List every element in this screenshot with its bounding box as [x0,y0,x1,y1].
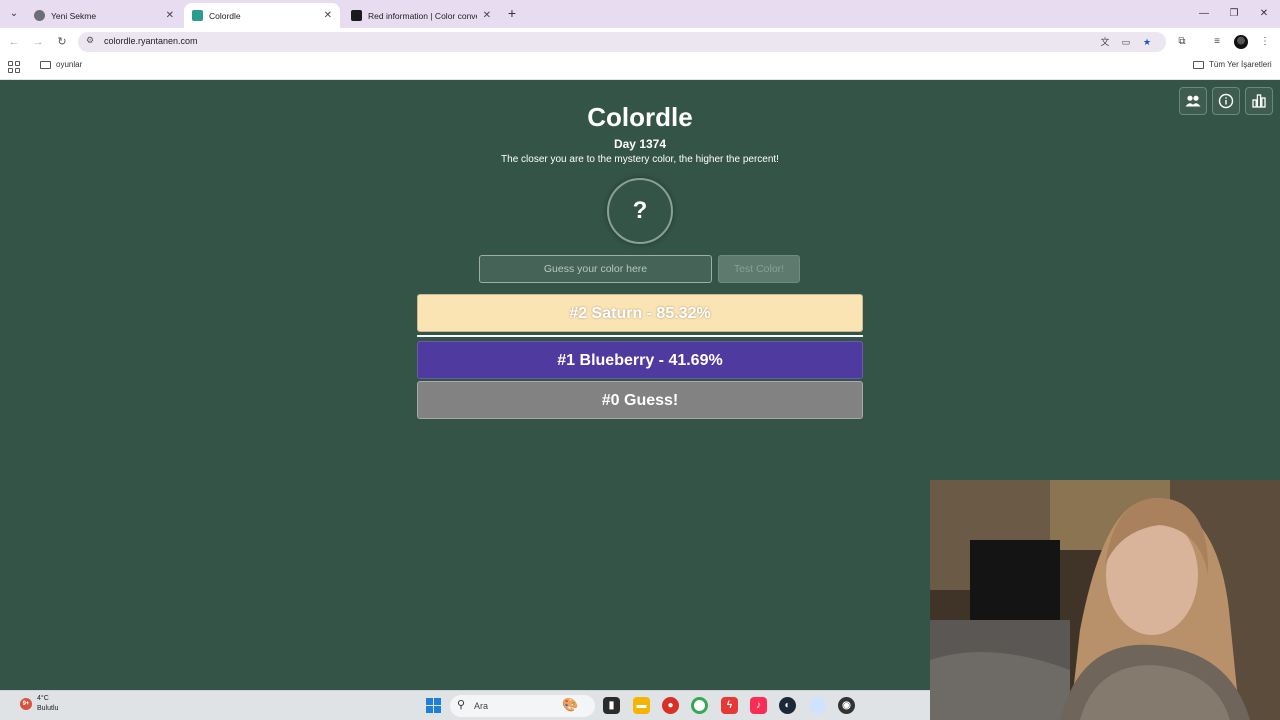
site-info-icon[interactable]: ⚙ [86,35,94,46]
tab-title: Colordle [209,10,241,21]
webcam-feed-image [930,480,1280,720]
folder-icon [1193,60,1204,69]
tab-color-converter[interactable]: Red information | Color conver ✕ [343,3,499,28]
recording-app-icon[interactable]: ◉ [838,697,855,714]
bookmark-star-icon[interactable]: ★ [1140,35,1154,49]
profile-avatar[interactable] [1234,35,1248,49]
multiplayer-users-icon[interactable] [1179,87,1207,115]
weather-info: 4°C Bulutlu [37,694,58,714]
extensions-puzzle-icon[interactable]: ⧉ [1174,34,1190,50]
info-icon[interactable] [1212,87,1240,115]
taskbar-search-label: Ara [474,701,489,711]
bookmark-folder-oyunlar[interactable]: oyunlar [40,60,82,69]
chrome-taskbar-icon[interactable] [691,697,708,714]
window-close-icon[interactable]: ✕ [1256,6,1272,22]
browser-toolbar: ← → ↻ ⚙ colordle.ryantanen.com 文 ▭ ★ ⧉ ≡… [0,28,1280,56]
reload-icon[interactable]: ↻ [54,34,70,50]
tab-title: Red information | Color conver [368,10,477,21]
more-menu-icon[interactable]: ⋮ [1257,34,1273,50]
apps-grid-icon[interactable] [8,61,20,73]
weather-temperature: 4°C [37,695,49,702]
media-controls-icon[interactable]: ≡ [1209,34,1225,50]
weather-condition: Bulutlu [37,705,59,712]
terminal-app-icon[interactable]: ▮ [603,697,620,714]
bookmarks-bar: oyunlar Tüm Yer İşaretleri [0,56,1280,80]
chrome-icon [34,10,45,21]
translate-icon[interactable]: 文 [1098,35,1112,49]
lightning-app-icon[interactable]: ϟ [721,697,738,714]
statistics-chart-icon[interactable] [1245,87,1273,115]
weather-widget[interactable]: 9+ 4°C Bulutlu [20,694,58,714]
colordle-favicon-icon [192,10,203,21]
color-converter-favicon-icon [351,10,362,21]
bookmark-folder-label: oyunlar [56,60,83,69]
music-app-icon[interactable]: ♪ [750,697,767,714]
guess-row-blueberry: #1 Blueberry - 41.69% [417,341,863,379]
steam-icon[interactable]: ◐ [779,697,796,714]
best-guess-divider [417,335,863,337]
minimize-icon[interactable]: — [1196,6,1212,22]
address-bar[interactable]: ⚙ colordle.ryantanen.com 文 ▭ ★ [78,32,1166,52]
tab-search-chevron-icon[interactable]: ⌄ [6,6,22,22]
new-tab-plus-icon[interactable]: + [505,6,519,20]
guess-color-input[interactable] [479,255,712,283]
restore-icon[interactable]: ❐ [1226,6,1242,22]
test-color-button[interactable]: Test Color! [718,255,800,283]
forward-arrow-icon[interactable]: → [30,34,46,50]
mystery-color-circle: ? [607,178,673,244]
page-title: Colordle [587,102,693,132]
webcam-overlay [930,480,1280,720]
tab-new-tab[interactable]: Yeni Sekme ✕ [26,3,182,28]
back-arrow-icon[interactable]: ← [6,34,22,50]
all-bookmarks-folder[interactable]: Tüm Yer İşaretleri [1193,60,1272,69]
url-text[interactable]: colordle.ryantanen.com [104,36,198,46]
guess-row-saturn: #2 Saturn - 85.32% [417,294,863,332]
game-instructions: The closer you are to the mystery color,… [501,154,779,165]
close-icon[interactable]: ✕ [483,10,491,21]
all-bookmarks-label: Tüm Yer İşaretleri [1209,60,1272,69]
close-icon[interactable]: ✕ [166,10,174,21]
guess-row-empty: #0 Guess! [417,381,863,419]
weather-badge: 9+ [20,698,32,710]
tab-title: Yeni Sekme [51,10,97,21]
tab-colordle[interactable]: Colordle ✕ [184,3,340,28]
media-app-icon[interactable]: ● [662,697,679,714]
search-highlight-decor-icon: 🎨 [562,697,579,712]
browser-tab-strip: ⌄ Yeni Sekme ✕ Colordle ✕ Red informatio… [0,0,1280,28]
folder-icon [40,60,51,69]
search-icon: ⚲ [457,699,466,711]
install-app-icon[interactable]: ▭ [1119,35,1133,49]
browser-active-taskbar-icon[interactable] [809,697,826,714]
file-explorer-icon[interactable]: ▬ [633,697,650,714]
windows-start-icon[interactable] [426,698,441,713]
windows-taskbar: 9+ 4°C Bulutlu ⚲ Ara 🎨 ▮ ▬ ● ϟ ♪ ◐ ◉ [0,690,930,720]
day-label: Day 1374 [613,137,667,151]
taskbar-search[interactable]: ⚲ Ara 🎨 [450,695,595,717]
close-icon[interactable]: ✕ [324,10,332,21]
